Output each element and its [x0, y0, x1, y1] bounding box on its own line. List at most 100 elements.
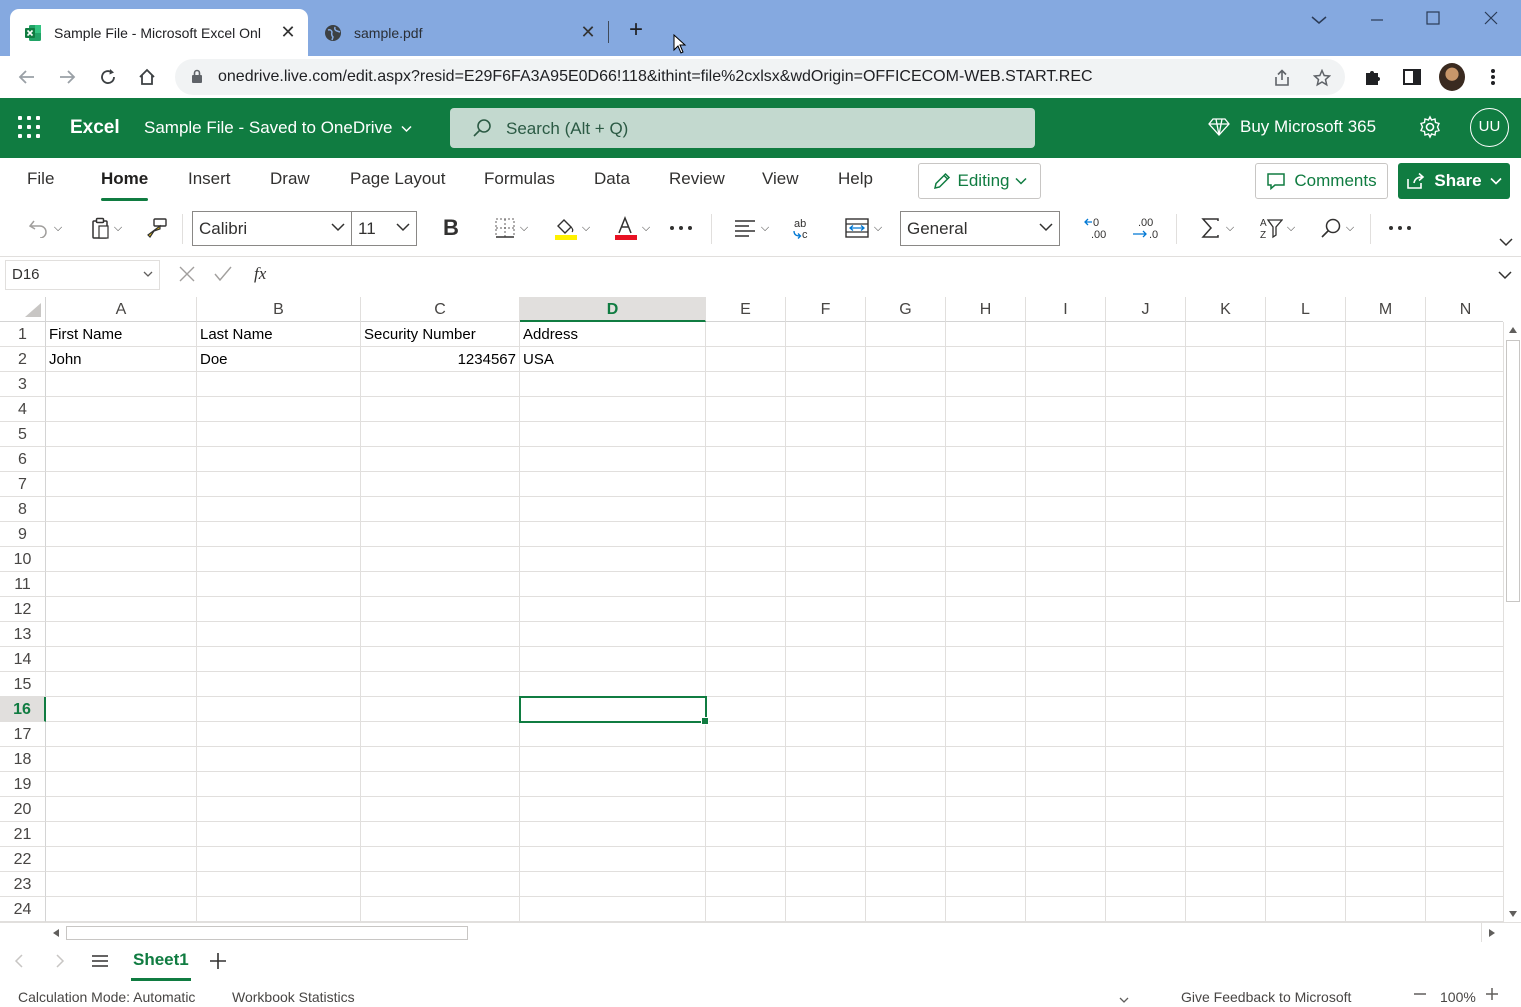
cell-j13[interactable] — [1106, 622, 1186, 647]
tab-data[interactable]: Data — [594, 169, 630, 189]
cell-j7[interactable] — [1106, 472, 1186, 497]
cell-j1[interactable] — [1106, 322, 1186, 347]
cell-k6[interactable] — [1186, 447, 1266, 472]
cell-c5[interactable] — [361, 422, 520, 447]
cell-f7[interactable] — [786, 472, 866, 497]
cell-b21[interactable] — [197, 822, 361, 847]
column-header-k[interactable]: K — [1186, 297, 1266, 322]
row-header-20[interactable]: 20 — [0, 797, 46, 822]
cell-k10[interactable] — [1186, 547, 1266, 572]
cell-g15[interactable] — [866, 672, 946, 697]
cell-l21[interactable] — [1266, 822, 1346, 847]
cell-m22[interactable] — [1346, 847, 1426, 872]
home-button[interactable] — [132, 62, 162, 92]
cell-b7[interactable] — [197, 472, 361, 497]
cell-m20[interactable] — [1346, 797, 1426, 822]
cell-j2[interactable] — [1106, 347, 1186, 372]
row-header-13[interactable]: 13 — [0, 622, 46, 647]
zoom-out-icon[interactable] — [1413, 987, 1427, 1004]
back-button[interactable] — [12, 62, 42, 92]
cell-j12[interactable] — [1106, 597, 1186, 622]
cell-b24[interactable] — [197, 897, 361, 922]
cell-e8[interactable] — [706, 497, 786, 522]
cell-h7[interactable] — [946, 472, 1026, 497]
cell-k9[interactable] — [1186, 522, 1266, 547]
cell-l4[interactable] — [1266, 397, 1346, 422]
insert-function-button[interactable]: fx — [254, 264, 266, 284]
forward-button[interactable] — [52, 62, 82, 92]
cell-l14[interactable] — [1266, 647, 1346, 672]
cell-m7[interactable] — [1346, 472, 1426, 497]
cell-h17[interactable] — [946, 722, 1026, 747]
cell-n9[interactable] — [1426, 522, 1503, 547]
cell-d13[interactable] — [520, 622, 706, 647]
vertical-scrollbar[interactable] — [1503, 322, 1521, 922]
cell-g19[interactable] — [866, 772, 946, 797]
browser-menu-icon[interactable] — [1480, 64, 1506, 90]
cell-l10[interactable] — [1266, 547, 1346, 572]
cell-l20[interactable] — [1266, 797, 1346, 822]
cell-n19[interactable] — [1426, 772, 1503, 797]
cell-m12[interactable] — [1346, 597, 1426, 622]
cell-m10[interactable] — [1346, 547, 1426, 572]
cell-d15[interactable] — [520, 672, 706, 697]
cell-l1[interactable] — [1266, 322, 1346, 347]
cell-b18[interactable] — [197, 747, 361, 772]
cell-e4[interactable] — [706, 397, 786, 422]
column-header-a[interactable]: A — [46, 297, 197, 322]
cell-d17[interactable] — [520, 722, 706, 747]
cell-l17[interactable] — [1266, 722, 1346, 747]
row-header-3[interactable]: 3 — [0, 372, 46, 397]
cell-m3[interactable] — [1346, 372, 1426, 397]
cell-e3[interactable] — [706, 372, 786, 397]
cell-m8[interactable] — [1346, 497, 1426, 522]
cell-e2[interactable] — [706, 347, 786, 372]
cell-c21[interactable] — [361, 822, 520, 847]
cell-j14[interactable] — [1106, 647, 1186, 672]
paste-button[interactable]: ⌵ — [82, 212, 130, 244]
tab-insert[interactable]: Insert — [188, 169, 231, 189]
calculation-mode[interactable]: Calculation Mode: Automatic — [18, 989, 195, 1005]
cell-e17[interactable] — [706, 722, 786, 747]
cell-h9[interactable] — [946, 522, 1026, 547]
cell-k4[interactable] — [1186, 397, 1266, 422]
cell-m1[interactable] — [1346, 322, 1426, 347]
cell-e14[interactable] — [706, 647, 786, 672]
cell-f12[interactable] — [786, 597, 866, 622]
cell-g9[interactable] — [866, 522, 946, 547]
scroll-left-arrow-icon[interactable] — [52, 928, 60, 938]
cell-l7[interactable] — [1266, 472, 1346, 497]
cell-e13[interactable] — [706, 622, 786, 647]
cell-a19[interactable] — [46, 772, 197, 797]
cell-j8[interactable] — [1106, 497, 1186, 522]
cell-e20[interactable] — [706, 797, 786, 822]
cell-l13[interactable] — [1266, 622, 1346, 647]
cell-e7[interactable] — [706, 472, 786, 497]
cell-j18[interactable] — [1106, 747, 1186, 772]
cell-b11[interactable] — [197, 572, 361, 597]
cell-a10[interactable] — [46, 547, 197, 572]
cell-e16[interactable] — [706, 697, 786, 722]
cell-d9[interactable] — [520, 522, 706, 547]
cancel-entry-icon[interactable] — [178, 265, 196, 288]
cell-f15[interactable] — [786, 672, 866, 697]
cell-c14[interactable] — [361, 647, 520, 672]
cell-n13[interactable] — [1426, 622, 1503, 647]
cell-i9[interactable] — [1026, 522, 1106, 547]
cell-b4[interactable] — [197, 397, 361, 422]
cell-h18[interactable] — [946, 747, 1026, 772]
cell-f21[interactable] — [786, 822, 866, 847]
cell-a24[interactable] — [46, 897, 197, 922]
cell-a4[interactable] — [46, 397, 197, 422]
cell-h15[interactable] — [946, 672, 1026, 697]
formula-input[interactable] — [290, 261, 1480, 289]
cell-e11[interactable] — [706, 572, 786, 597]
cell-m15[interactable] — [1346, 672, 1426, 697]
cell-n12[interactable] — [1426, 597, 1503, 622]
share-button[interactable]: Share — [1398, 163, 1510, 199]
row-header-7[interactable]: 7 — [0, 472, 46, 497]
cell-f18[interactable] — [786, 747, 866, 772]
cell-n11[interactable] — [1426, 572, 1503, 597]
cell-d18[interactable] — [520, 747, 706, 772]
cell-n18[interactable] — [1426, 747, 1503, 772]
